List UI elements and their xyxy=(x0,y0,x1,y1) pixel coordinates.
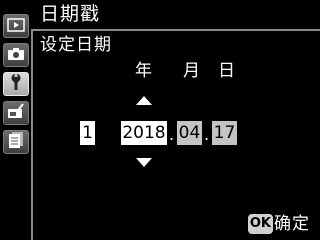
month-field[interactable]: 04 xyxy=(177,121,202,145)
tab-retouch[interactable] xyxy=(3,101,29,125)
ok-button-icon: OK xyxy=(247,214,273,234)
year-field[interactable]: 2018 xyxy=(121,121,167,145)
date-separator: . xyxy=(169,125,175,144)
column-label-day: 日 xyxy=(218,61,235,81)
column-label-year: 年 xyxy=(135,61,152,81)
page-title: 日期戳 xyxy=(40,3,101,25)
day-field[interactable]: 17 xyxy=(212,121,237,145)
camera-icon xyxy=(7,46,25,65)
confirm-button[interactable]: OK 确定 xyxy=(247,214,310,234)
tab-playback[interactable] xyxy=(3,14,29,38)
confirm-label: 确定 xyxy=(274,214,310,234)
date-separator: . xyxy=(204,125,210,144)
tab-recent-settings[interactable] xyxy=(3,130,29,154)
retouch-icon xyxy=(7,103,25,123)
sidebar-divider xyxy=(31,29,33,240)
date-format-index[interactable]: 1 xyxy=(80,121,95,145)
increment-arrow-icon[interactable] xyxy=(136,96,152,105)
recent-settings-icon xyxy=(8,131,24,153)
title-divider xyxy=(32,29,320,31)
tab-shooting[interactable] xyxy=(3,43,29,67)
menu-sidebar xyxy=(0,0,32,240)
column-label-month: 月 xyxy=(183,61,200,81)
tab-setup[interactable] xyxy=(3,72,29,96)
decrement-arrow-icon[interactable] xyxy=(136,158,152,167)
wrench-icon xyxy=(9,73,23,95)
section-subtitle: 设定日期 xyxy=(40,35,112,55)
playback-icon xyxy=(7,17,25,36)
